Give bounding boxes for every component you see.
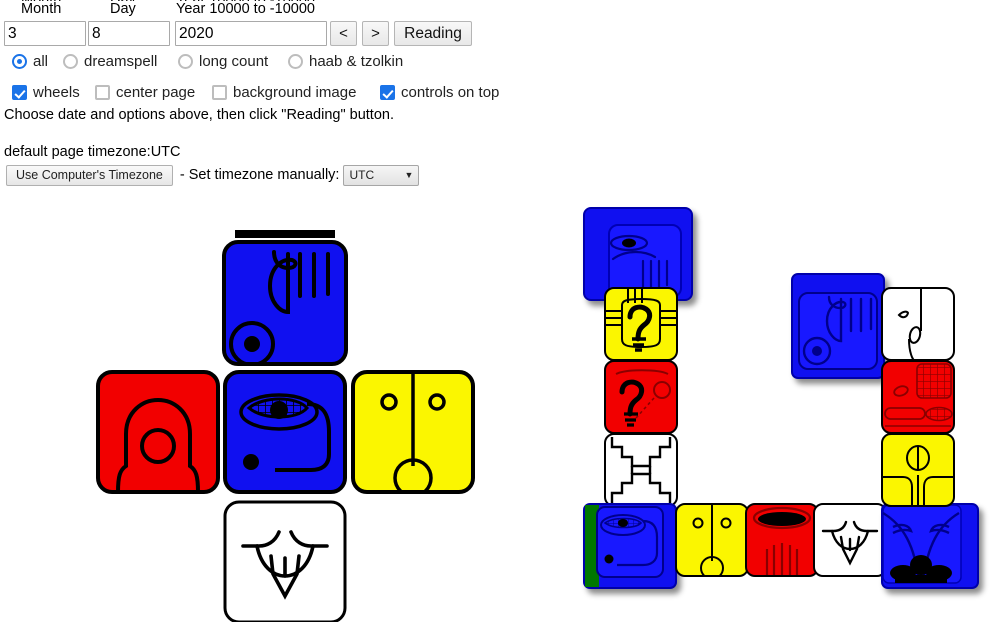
right-cluster-right-col-cell-4 — [881, 433, 955, 507]
right-cluster-corner-cell — [881, 503, 981, 589]
radio-option-dreamspell[interactable]: dreamspell — [63, 53, 157, 70]
day-label: Day — [110, 1, 136, 17]
checkbox-option-center-page[interactable]: center page — [95, 84, 195, 101]
radio-icon-dreamspell[interactable] — [63, 54, 78, 69]
next-day-button[interactable]: > — [362, 21, 389, 46]
previous-day-button[interactable]: < — [330, 21, 357, 46]
radio-label-all: all — [33, 53, 49, 70]
right-cluster-left-col-cell-3 — [604, 360, 678, 434]
page-root: Month Day Year 10000 to -10000 Month Day… — [0, 0, 995, 622]
right-cluster-bottom-row-cell-1 — [675, 503, 749, 577]
right-cluster-right-col-cell-1 — [791, 273, 887, 381]
right-cluster-bottom-row-cell-2 — [745, 503, 819, 577]
checkbox-label-controls-on-top: controls on top — [401, 84, 500, 101]
timezone-select-value: UTC — [349, 168, 375, 182]
default-timezone-text: default page timezone:UTC — [4, 144, 181, 160]
left-cluster-cell-bottom — [223, 500, 347, 622]
radio-icon-long-count[interactable] — [178, 54, 193, 69]
use-computer-timezone-button[interactable]: Use Computer's Timezone — [6, 164, 173, 186]
timezone-select[interactable]: UTC ▼ — [343, 164, 420, 186]
left-cluster-cell-right — [351, 370, 475, 494]
month-label: Month — [21, 1, 62, 17]
radio-icon-all[interactable] — [12, 54, 27, 69]
clipped-header-row: Month Day Year 10000 to -10000 — [0, 0, 995, 1]
radio-label-haab-tzolkin: haab & tzolkin — [309, 53, 404, 70]
instructions-text: Choose date and options above, then clic… — [4, 107, 394, 123]
year-input[interactable] — [175, 21, 327, 46]
right-cluster-left-col-cell-4 — [604, 433, 678, 507]
checkbox-label-wheels: wheels — [33, 84, 80, 101]
right-cluster-right-col-cell-3 — [881, 360, 955, 434]
timezone-separator-text: - Set timezone manually: — [179, 167, 340, 183]
year-label: Year 10000 to -10000 — [176, 1, 315, 17]
reading-button[interactable]: Reading — [394, 21, 472, 46]
radio-option-all[interactable]: all — [12, 53, 48, 70]
chevron-down-icon: ▼ — [404, 170, 414, 180]
checkbox-icon-controls-on-top[interactable] — [380, 85, 395, 100]
right-cluster-left-col-cell-2 — [604, 287, 678, 361]
radio-label-dreamspell: dreamspell — [84, 53, 158, 70]
timezone-row: Use Computer's Timezone - Set timezone m… — [0, 164, 420, 186]
checkbox-icon-center-page[interactable] — [95, 85, 110, 100]
right-cluster-left-col-cell-1 — [583, 207, 695, 302]
left-cluster-cell-left — [96, 370, 220, 494]
checkbox-icon-background-image[interactable] — [212, 85, 227, 100]
day-input[interactable] — [88, 21, 170, 46]
checkbox-label-center-page: center page — [116, 84, 196, 101]
month-input[interactable] — [4, 21, 86, 46]
checkbox-icon-wheels[interactable] — [12, 85, 27, 100]
right-cluster-right-col-cell-2 — [881, 287, 955, 361]
checkbox-option-background-image[interactable]: background image — [212, 84, 356, 101]
checkbox-label-background-image: background image — [233, 84, 357, 101]
radio-icon-haab-tzolkin[interactable] — [288, 54, 303, 69]
radio-option-long-count[interactable]: long count — [178, 53, 268, 70]
right-cluster-bottom-row-cell-3 — [813, 503, 887, 577]
left-cluster-cell-center — [223, 370, 347, 494]
left-cluster-cell-top — [222, 230, 348, 366]
radio-label-long-count: long count — [199, 53, 269, 70]
radio-option-haab-tzolkin[interactable]: haab & tzolkin — [288, 53, 403, 70]
checkbox-option-controls-on-top[interactable]: controls on top — [380, 84, 499, 101]
checkbox-option-wheels[interactable]: wheels — [12, 84, 80, 101]
right-cluster-left-col-cell-5 — [583, 503, 679, 589]
